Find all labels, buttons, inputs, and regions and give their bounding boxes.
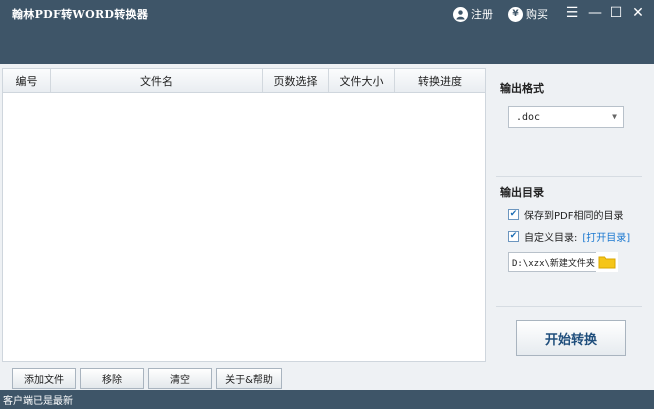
status-bar: 客户端已是最新	[0, 390, 654, 409]
save-same-dir-label: 保存到PDF相同的目录	[524, 211, 624, 222]
yen-icon: ¥	[508, 6, 523, 22]
folder-icon	[598, 255, 616, 269]
minimize-icon[interactable]: —	[586, 4, 604, 22]
app-title: 翰林PDF转WORD转换器	[12, 8, 149, 21]
custom-dir-option[interactable]: ✔ 自定义目录: [打开目录]	[508, 229, 630, 244]
status-text: 客户端已是最新	[3, 396, 73, 407]
column-header-pages[interactable]: 页数选择	[263, 69, 329, 92]
column-header-progress[interactable]: 转换进度	[395, 69, 485, 92]
column-header-number[interactable]: 编号	[3, 69, 51, 92]
output-format-select[interactable]: .doc ▼	[508, 106, 624, 128]
register-button[interactable]: 注册	[453, 6, 493, 22]
buy-button[interactable]: ¥ 购买	[508, 6, 548, 22]
chevron-down-icon: ▼	[612, 112, 617, 121]
column-header-filename[interactable]: 文件名	[51, 69, 263, 92]
main-area: 编号 文件名 页数选择 文件大小 转换进度 输出格式 .doc ▼ 输出目录 ✔…	[0, 64, 654, 366]
buy-label: 购买	[526, 8, 548, 21]
add-file-button[interactable]: 添加文件	[12, 368, 76, 389]
title-bar: 翰林PDF转WORD转换器 注册 ¥ 购买 ☰ — ☐ ✕	[0, 0, 654, 64]
remove-button[interactable]: 移除	[80, 368, 144, 389]
open-dir-link[interactable]: [打开目录]	[582, 229, 630, 244]
custom-dir-label: 自定义目录:	[524, 233, 578, 244]
custom-dir-checkbox[interactable]: ✔	[508, 231, 519, 242]
bottom-toolbar: 添加文件 移除 清空 关于&帮助	[0, 366, 654, 390]
divider	[496, 306, 642, 307]
divider	[496, 176, 642, 177]
about-help-button[interactable]: 关于&帮助	[216, 368, 282, 389]
save-same-dir-option[interactable]: ✔ 保存到PDF相同的目录	[508, 207, 623, 222]
close-icon[interactable]: ✕	[629, 4, 647, 22]
user-icon	[453, 6, 468, 22]
start-convert-button[interactable]: 开始转换	[516, 320, 626, 356]
output-format-value: .doc	[516, 111, 541, 123]
file-list-body[interactable]	[3, 93, 485, 361]
maximize-icon[interactable]: ☐	[607, 4, 625, 22]
column-header-size[interactable]: 文件大小	[329, 69, 395, 92]
settings-panel: 输出格式 .doc ▼ 输出目录 ✔ 保存到PDF相同的目录 ✔ 自定义目录: …	[488, 64, 654, 366]
browse-folder-button[interactable]	[596, 252, 618, 272]
output-dir-title: 输出目录	[500, 186, 544, 199]
menu-icon[interactable]: ☰	[563, 4, 581, 22]
output-format-title: 输出格式	[500, 82, 544, 95]
file-list[interactable]: 编号 文件名 页数选择 文件大小 转换进度	[2, 68, 486, 362]
register-label: 注册	[471, 8, 493, 21]
save-same-dir-checkbox[interactable]: ✔	[508, 209, 519, 220]
clear-button[interactable]: 清空	[148, 368, 212, 389]
table-header: 编号 文件名 页数选择 文件大小 转换进度	[3, 69, 485, 93]
